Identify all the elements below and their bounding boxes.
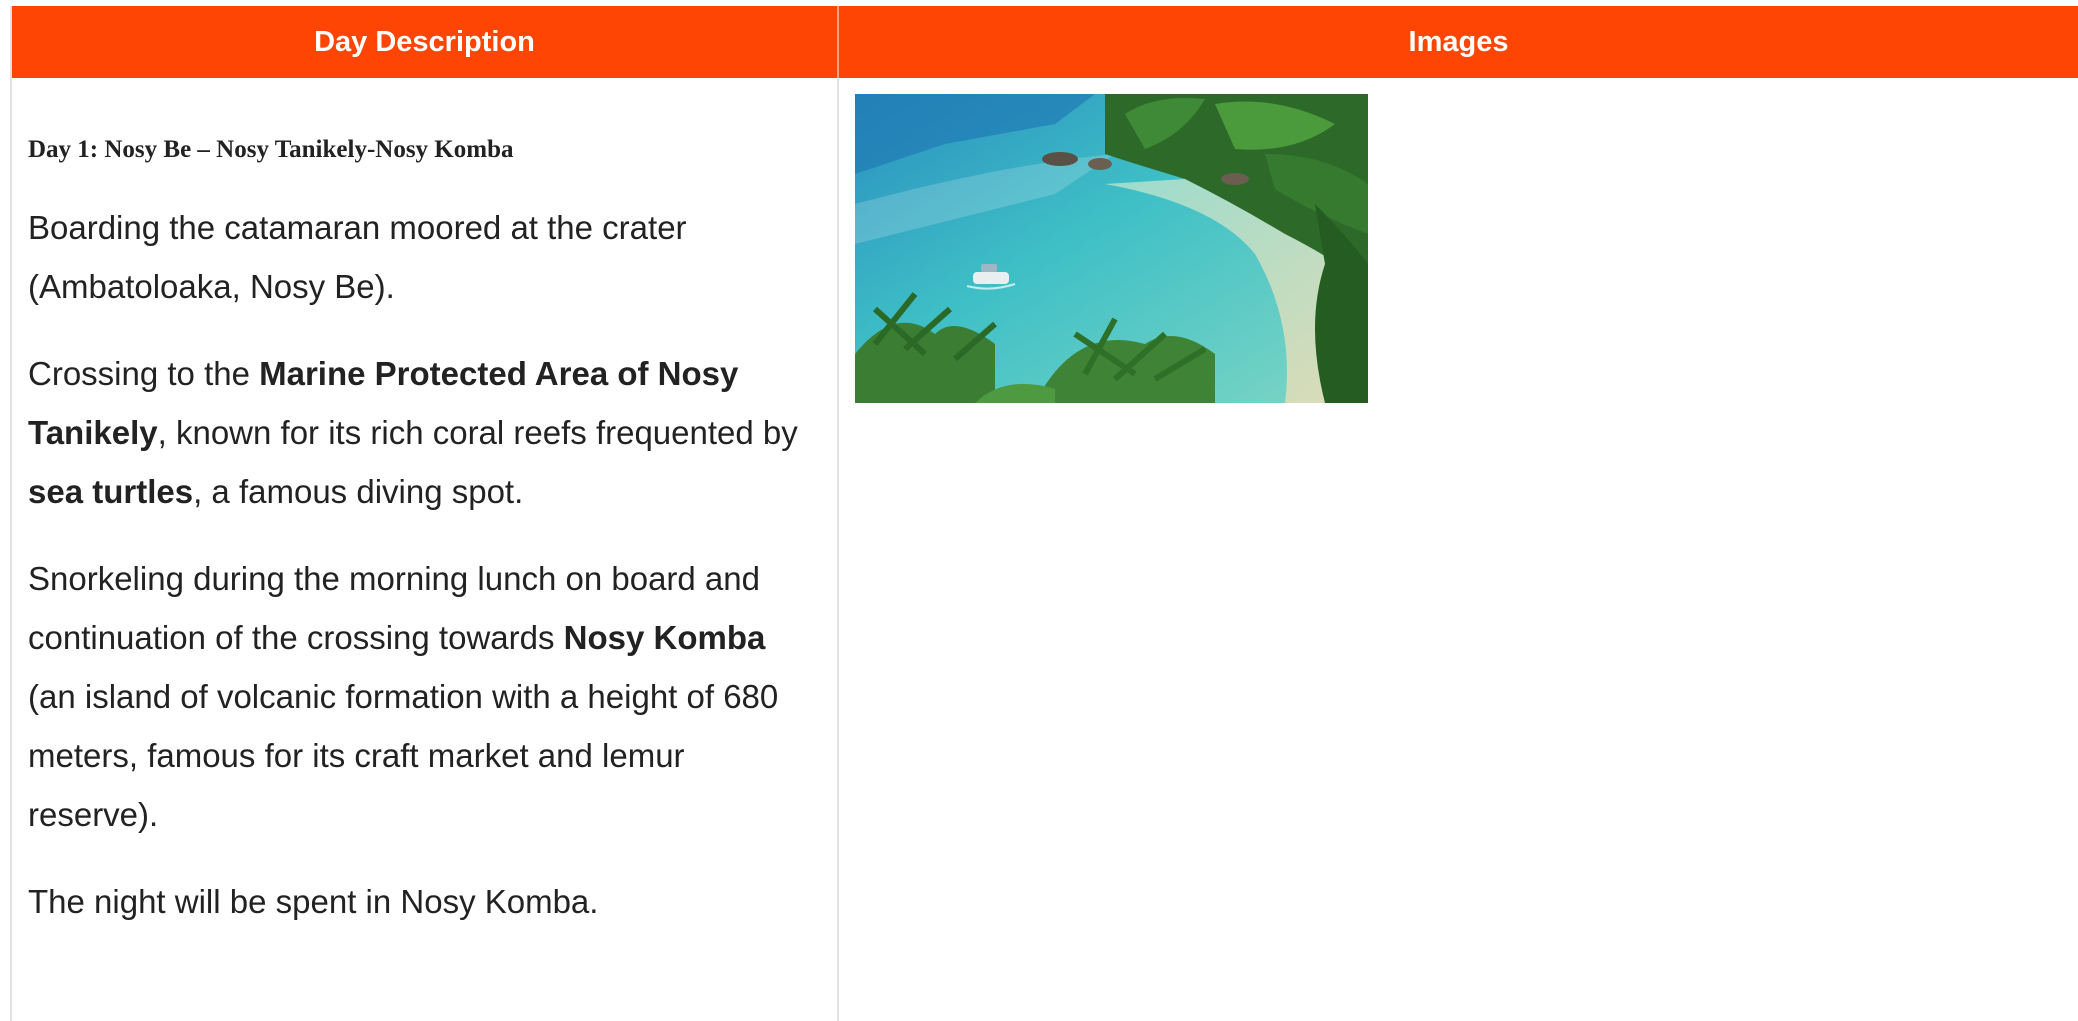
table-header-row: Day Description Images <box>12 6 2078 78</box>
paragraph-night: The night will be spent in Nosy Komba. <box>28 883 599 920</box>
images-cell <box>839 78 2078 1021</box>
beach-photo <box>855 94 1368 403</box>
itinerary-table: Day Description Images Day 1: Nosy Be – … <box>10 6 2078 1021</box>
day-description-cell: Day 1: Nosy Be – Nosy Tanikely-Nosy Komb… <box>12 78 839 1021</box>
paragraph-snorkeling: Snorkeling during the morning lunch on b… <box>28 549 821 844</box>
paragraph-crossing: Crossing to the Marine Protected Area of… <box>28 344 821 521</box>
text-span: (an island of volcanic formation with a … <box>28 678 779 833</box>
text-span: Crossing to the <box>28 355 260 392</box>
header-day-description: Day Description <box>12 6 839 78</box>
day-heading: Day 1: Nosy Be – Nosy Tanikely-Nosy Komb… <box>28 136 514 163</box>
paragraph-boarding: Boarding the catamaran moored at the cra… <box>28 209 687 305</box>
text-span: , known for its rich coral reefs frequen… <box>157 414 798 451</box>
header-images: Images <box>1408 25 1509 58</box>
text-span: , a famous diving spot. <box>193 473 524 510</box>
bold-sea-turtles: sea turtles <box>28 473 194 510</box>
table-row: Day 1: Nosy Be – Nosy Tanikely-Nosy Komb… <box>12 78 2078 1021</box>
bold-nosy-komba: Nosy Komba <box>563 619 766 656</box>
